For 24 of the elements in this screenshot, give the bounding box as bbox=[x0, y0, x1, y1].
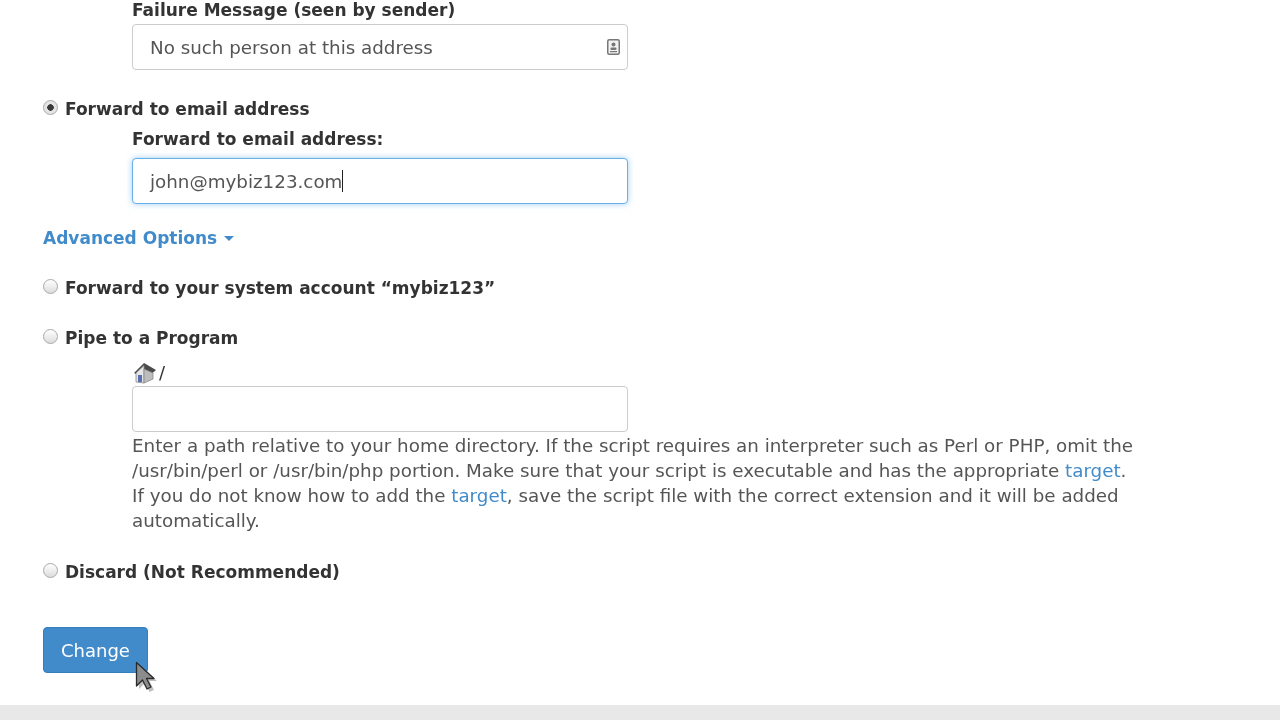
path-prefix: / bbox=[159, 362, 166, 383]
mouse-pointer-icon bbox=[135, 661, 159, 695]
input-field[interactable] bbox=[132, 386, 628, 432]
radio-button[interactable] bbox=[43, 100, 58, 115]
target-link[interactable]: target bbox=[451, 485, 507, 506]
option-label[interactable]: Forward to your system account “mybiz123” bbox=[65, 277, 496, 299]
help-text: Enter a path relative to your home directory. If the script requires an interpreter such as Perl or PHP, omit the /usr/bin/perl or /usr/bin/php portion. Make sure that your script is executable and has the appropriate target. If you do not know how to add the target, save the script file with the correct extension and it will be added automatically. bbox=[132, 434, 1135, 533]
option-label[interactable]: Pipe to a Program bbox=[65, 327, 239, 349]
radio-button[interactable] bbox=[43, 563, 58, 578]
contact-card-icon[interactable] bbox=[607, 39, 620, 55]
option-label[interactable]: Discard (Not Recommended) bbox=[65, 561, 340, 583]
home-icon bbox=[132, 361, 158, 384]
radio-button[interactable] bbox=[43, 329, 58, 344]
field-label: Failure Message (seen by sender) bbox=[132, 0, 456, 20]
radio-button[interactable] bbox=[43, 279, 58, 294]
target-link[interactable]: target bbox=[1065, 460, 1121, 481]
change-button[interactable]: Change bbox=[43, 627, 148, 673]
input-field[interactable]: No such person at this address bbox=[132, 24, 628, 70]
text-cursor-icon bbox=[342, 170, 344, 192]
input-field[interactable]: john@mybiz123.com bbox=[132, 158, 628, 204]
caret-icon bbox=[224, 235, 235, 241]
advanced-options-link[interactable]: Advanced Options bbox=[43, 227, 235, 249]
option-label[interactable]: Forward to email address bbox=[65, 98, 310, 120]
field-label: Forward to email address: bbox=[132, 129, 384, 149]
